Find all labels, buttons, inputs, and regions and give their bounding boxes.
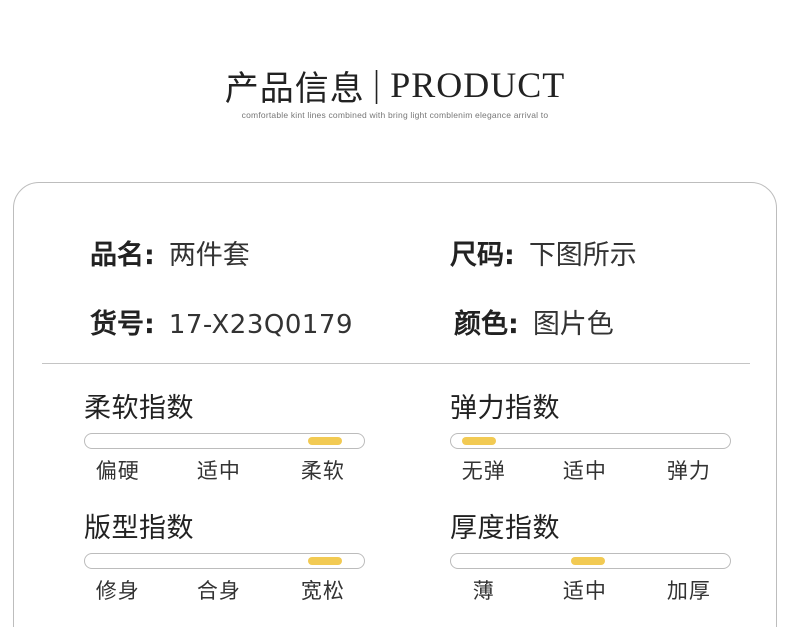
gauge-elasticity-title: 弹力指数 bbox=[450, 393, 560, 424]
gauge-thickness-indicator bbox=[570, 557, 605, 565]
gauge-option: 修身 bbox=[95, 579, 140, 603]
info-sku-label: 货号: bbox=[90, 309, 155, 340]
gauge-thickness-options: 薄 适中 加厚 bbox=[450, 575, 731, 609]
gauge-option: 宽松 bbox=[300, 579, 345, 603]
gauge-option: 偏硬 bbox=[95, 459, 140, 483]
product-info-card: 品名: 两件套 尺码: 下图所示 货号: 17-X23Q0179 颜色: 图片色… bbox=[13, 182, 777, 627]
gauge-option: 适中 bbox=[562, 579, 607, 603]
gauge-elasticity: 弹力指数 无弹 适中 弹力 bbox=[450, 391, 731, 489]
page-title: 产品信息 | PRODUCT bbox=[0, 62, 790, 109]
info-name-label: 品名: bbox=[90, 240, 155, 271]
info-color-label: 颜色: bbox=[454, 309, 519, 340]
gauge-fit: 版型指数 修身 合身 宽松 bbox=[84, 511, 365, 609]
gauge-thickness-track bbox=[450, 553, 731, 569]
gauge-fit-indicator bbox=[307, 557, 342, 565]
gauge-thickness: 厚度指数 薄 适中 加厚 bbox=[450, 511, 731, 609]
info-sku-value: 17-X23Q0179 bbox=[168, 310, 354, 340]
gauge-elasticity-track bbox=[450, 433, 731, 449]
gauge-option: 合身 bbox=[196, 579, 241, 603]
title-separator: | bbox=[370, 65, 383, 105]
gauge-option: 薄 bbox=[472, 579, 495, 603]
gauge-thickness-title: 厚度指数 bbox=[450, 513, 560, 544]
gauge-softness: 柔软指数 偏硬 适中 柔软 bbox=[84, 391, 365, 489]
gauge-option: 适中 bbox=[196, 459, 241, 483]
gauge-elasticity-options: 无弹 适中 弹力 bbox=[450, 455, 731, 489]
info-size: 尺码: 下图所示 bbox=[450, 233, 637, 272]
gauge-option: 柔软 bbox=[300, 459, 345, 483]
product-header: 产品信息 | PRODUCT comfortable kint lines co… bbox=[0, 62, 790, 120]
info-name-value: 两件套 bbox=[168, 240, 250, 271]
gauge-softness-track bbox=[84, 433, 365, 449]
title-chinese: 产品信息 bbox=[224, 68, 365, 109]
info-size-value: 下图所示 bbox=[528, 240, 637, 271]
gauge-softness-indicator bbox=[307, 437, 342, 445]
gauge-softness-title: 柔软指数 bbox=[84, 393, 194, 424]
gauge-fit-track bbox=[84, 553, 365, 569]
info-sku: 货号: 17-X23Q0179 bbox=[90, 302, 353, 341]
title-english: PRODUCT bbox=[390, 65, 566, 105]
gauge-fit-options: 修身 合身 宽松 bbox=[84, 575, 365, 609]
gauge-option: 无弹 bbox=[461, 459, 506, 483]
gauge-option: 加厚 bbox=[666, 579, 711, 603]
gauge-fit-title: 版型指数 bbox=[84, 513, 194, 544]
info-color-value: 图片色 bbox=[532, 309, 614, 340]
info-name: 品名: 两件套 bbox=[90, 233, 250, 272]
info-size-label: 尺码: bbox=[450, 240, 515, 271]
gauge-option: 适中 bbox=[562, 459, 607, 483]
gauge-softness-options: 偏硬 适中 柔软 bbox=[84, 455, 365, 489]
gauge-option: 弹力 bbox=[666, 459, 711, 483]
section-divider bbox=[42, 363, 750, 364]
page-subtitle: comfortable kint lines combined with bri… bbox=[241, 110, 549, 120]
info-color: 颜色: 图片色 bbox=[454, 302, 614, 341]
gauge-elasticity-indicator bbox=[461, 437, 496, 445]
